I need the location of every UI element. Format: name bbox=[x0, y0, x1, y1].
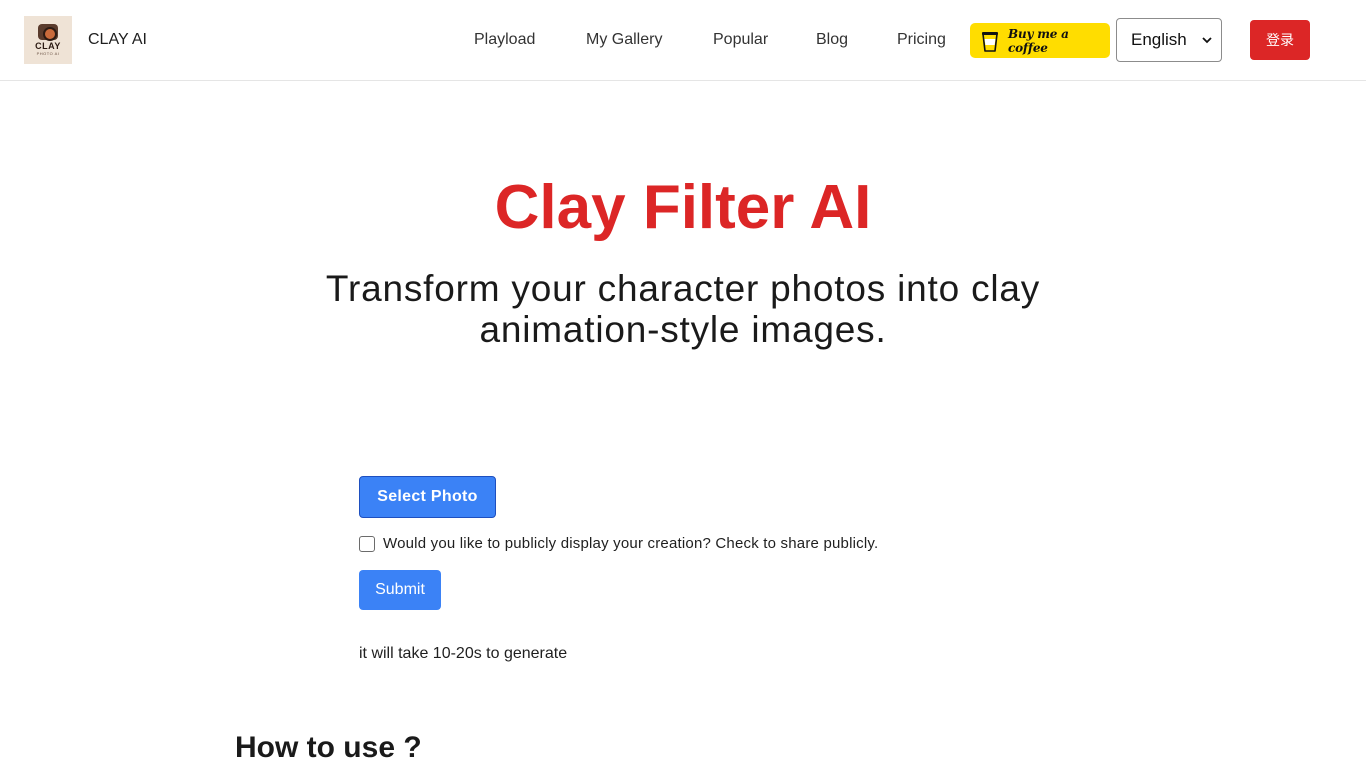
buy-me-a-coffee-button[interactable]: Buy me a coffee bbox=[970, 23, 1110, 58]
chevron-down-icon bbox=[1202, 37, 1212, 44]
page-title: Clay Filter AI bbox=[494, 173, 872, 242]
site-header: CLAY PHOTO AI CLAY AI Playload My Galler… bbox=[0, 0, 1366, 81]
submit-button[interactable]: Submit bbox=[359, 570, 441, 610]
select-photo-button[interactable]: Select Photo bbox=[359, 476, 496, 518]
coffee-cup-icon bbox=[980, 30, 1000, 52]
coffee-label: Buy me a coffee bbox=[1008, 26, 1069, 55]
login-button[interactable]: 登录 bbox=[1250, 20, 1310, 60]
how-to-use-heading: How to use ? bbox=[235, 731, 422, 764]
language-select[interactable]: English bbox=[1116, 18, 1222, 62]
page-subtitle: Transform your character photos into cla… bbox=[325, 268, 1041, 350]
public-display-checkbox[interactable] bbox=[359, 536, 375, 552]
public-display-label: Would you like to publicly display your … bbox=[383, 535, 879, 552]
nav-my-gallery[interactable]: My Gallery bbox=[586, 30, 662, 50]
nav-playload[interactable]: Playload bbox=[474, 30, 535, 50]
logo-text: CLAY bbox=[35, 41, 61, 51]
logo-subtext: PHOTO AI bbox=[36, 51, 60, 56]
logo[interactable]: CLAY PHOTO AI bbox=[24, 16, 72, 64]
nav-blog[interactable]: Blog bbox=[816, 30, 848, 50]
language-value: English bbox=[1131, 30, 1187, 49]
camera-icon bbox=[38, 24, 58, 41]
nav-pricing[interactable]: Pricing bbox=[897, 30, 946, 50]
generation-time-note: it will take 10-20s to generate bbox=[359, 645, 568, 662]
brand-name[interactable]: CLAY AI bbox=[88, 30, 147, 50]
nav-popular[interactable]: Popular bbox=[713, 30, 768, 50]
